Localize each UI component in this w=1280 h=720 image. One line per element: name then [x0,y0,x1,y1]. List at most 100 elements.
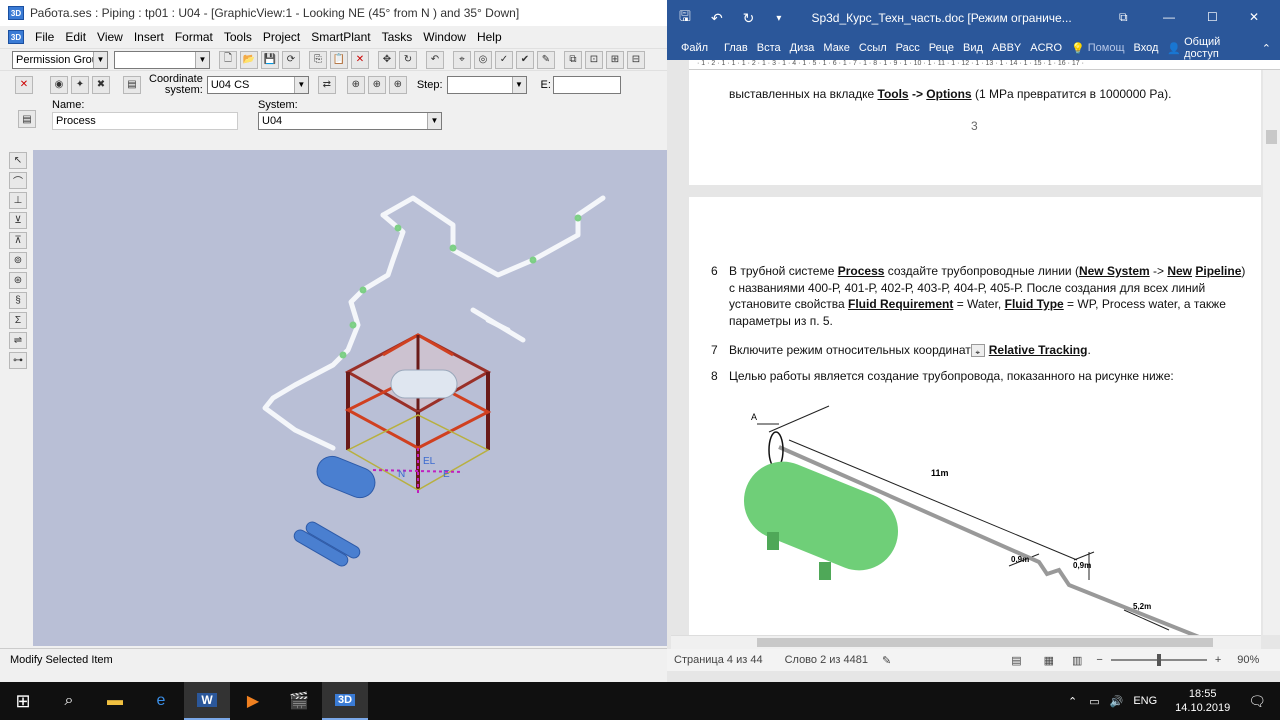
route-pipe-icon[interactable]: ⌒ [9,172,27,189]
share-button[interactable]: Общий доступ [1184,36,1253,60]
insert-component-icon[interactable]: ⊥ [9,192,27,209]
graphic-view-canvas[interactable]: N EL E [33,150,668,646]
chevron-down-icon[interactable]: ▼ [93,51,107,68]
horizontal-scrollbar[interactable] [671,635,1261,649]
coordinate-system-select[interactable]: U04 CS ▼ [206,75,309,94]
move-icon[interactable]: ✥ [378,50,396,69]
rotate-icon[interactable]: ↻ [399,50,417,69]
web-layout-icon[interactable]: ▥ [1072,654,1082,667]
name-input[interactable]: Process [52,112,238,130]
menu-edit[interactable]: Edit [65,30,86,44]
zoom-icon[interactable]: ⊞ [606,50,624,69]
undo-icon[interactable]: ↶ [711,10,723,27]
connect-icon[interactable]: ⇌ [9,332,27,349]
tell-me-input[interactable]: Помощ [1088,42,1125,54]
copy-icon[interactable]: ⎘ [309,50,327,69]
select-arrow-icon[interactable]: ↖ [9,152,27,169]
menu-insert[interactable]: Insert [134,30,164,44]
zoom-in-icon[interactable]: + [1215,654,1221,666]
windows-start-icon[interactable]: ⊞ [0,682,46,720]
view-icon[interactable]: ⧉ [564,50,582,69]
system-select[interactable]: U04 ▼ [258,112,442,130]
save-icon[interactable]: 💾 [261,50,279,69]
language-indicator[interactable]: ENG [1133,695,1157,707]
new-icon[interactable]: 🗋 [219,50,237,69]
horizontal-ruler[interactable]: · 1 · 2 · 1 · 1 · 1 · 2 · 1 · 3 · 1 · 4 … [689,60,1280,70]
status-page[interactable]: Страница 4 из 44 [674,654,763,666]
signin-link[interactable]: Вход [1134,42,1159,54]
pipeline-geometry[interactable] [262,195,606,451]
menu-tasks[interactable]: Tasks [382,30,413,44]
check-icon[interactable]: ✓ [495,50,513,69]
sp3d-menu-icon[interactable]: 3D [8,30,24,44]
axis-icon[interactable]: ⇄ [317,75,336,94]
media-player-icon[interactable]: ▶ [230,682,276,720]
ribbon-collapse-icon[interactable]: ⌃ [1262,42,1271,55]
menu-smartplant[interactable]: SmartPlant [311,30,370,44]
tray-expand-icon[interactable]: ⌃ [1068,695,1077,708]
maximize-icon[interactable]: ☐ [1207,10,1218,24]
tab-layout[interactable]: Маке [823,42,849,54]
file-explorer-icon[interactable]: ▬ [92,682,138,720]
scroll-thumb[interactable] [1266,130,1277,144]
menu-view[interactable]: View [97,30,123,44]
zoom-out-icon[interactable]: − [1096,654,1102,666]
tab-review[interactable]: Реце [929,42,954,54]
insert-split-icon[interactable]: § [9,292,27,309]
properties-icon[interactable]: ▤ [123,75,141,94]
tab-references[interactable]: Ссыл [859,42,887,54]
menu-file[interactable]: File [35,30,54,44]
proofing-icon[interactable]: ✎ [882,654,891,667]
open-icon[interactable]: 📂 [240,50,258,69]
notifications-icon[interactable]: 🗨 [1248,693,1266,710]
clip-icon[interactable]: ⊡ [585,50,603,69]
save-icon[interactable]: 🖫 [679,6,691,30]
plane-z-icon[interactable]: ⊕ [388,75,407,94]
cancel-icon[interactable]: ✕ [15,75,33,94]
insert-specialty-icon[interactable]: ⊻ [9,212,27,229]
insert-instrument-icon[interactable]: ⊚ [9,252,27,269]
step-select[interactable]: ▼ [446,75,527,94]
tab-abbyy[interactable]: ABBY [992,42,1021,54]
target-icon[interactable]: ◉ [50,75,68,94]
plane-y-icon[interactable]: ⊕ [367,75,386,94]
menu-help[interactable]: Help [477,30,502,44]
ribbon-display-icon[interactable]: ⧉ [1119,10,1128,25]
properties-dialog-icon[interactable]: ▤ [18,110,36,128]
clock[interactable]: 18:55 14.10.2019 [1175,687,1230,715]
tab-home[interactable]: Глав [724,42,748,54]
chevron-down-icon[interactable]: ▼ [293,76,308,93]
network-icon[interactable]: ▭ [1089,695,1099,708]
status-words[interactable]: Слово 2 из 4481 [785,654,868,666]
redo-icon[interactable]: ↻ [743,10,755,27]
menu-format[interactable]: Format [175,30,213,44]
insert-support-icon[interactable]: ⊛ [9,272,27,289]
tab-file[interactable]: Файл [681,42,708,54]
tab-acrobat[interactable]: ACRO [1030,42,1062,54]
chevron-down-icon[interactable]: ▼ [195,51,209,68]
chevron-down-icon[interactable]: ▼ [427,113,441,129]
edge-icon[interactable]: e [138,682,184,720]
delete-icon[interactable]: ✕ [351,50,369,69]
chevron-down-icon[interactable]: ▼ [511,76,526,93]
insert-feature-icon[interactable]: Σ [9,312,27,329]
pump-assembly[interactable] [292,520,362,568]
check-all-icon[interactable]: ✔ [516,50,534,69]
spool-icon[interactable]: ⊶ [9,352,27,369]
video-editor-icon[interactable]: 🎬 [276,682,322,720]
permission-group-select[interactable]: Permission Group ▼ [12,50,108,69]
plane-x-icon[interactable]: ⊕ [346,75,365,94]
menu-window[interactable]: Window [423,30,466,44]
refresh-icon[interactable]: ⟳ [282,50,300,69]
tab-mailings[interactable]: Расс [896,42,920,54]
sp3d-taskbar-icon[interactable]: 3D [322,682,368,720]
vessel-in-structure[interactable] [390,369,458,399]
tools-icon[interactable]: ✖ [92,75,110,94]
pen-icon[interactable]: ✎ [537,50,555,69]
pin-icon[interactable]: ✦ [71,75,89,94]
menu-tools[interactable]: Tools [224,30,252,44]
fit-icon[interactable]: ⊟ [627,50,645,69]
tab-insert[interactable]: Вста [757,42,781,54]
zoom-level[interactable]: 90% [1237,654,1259,666]
insert-tap-icon[interactable]: ⊼ [9,232,27,249]
